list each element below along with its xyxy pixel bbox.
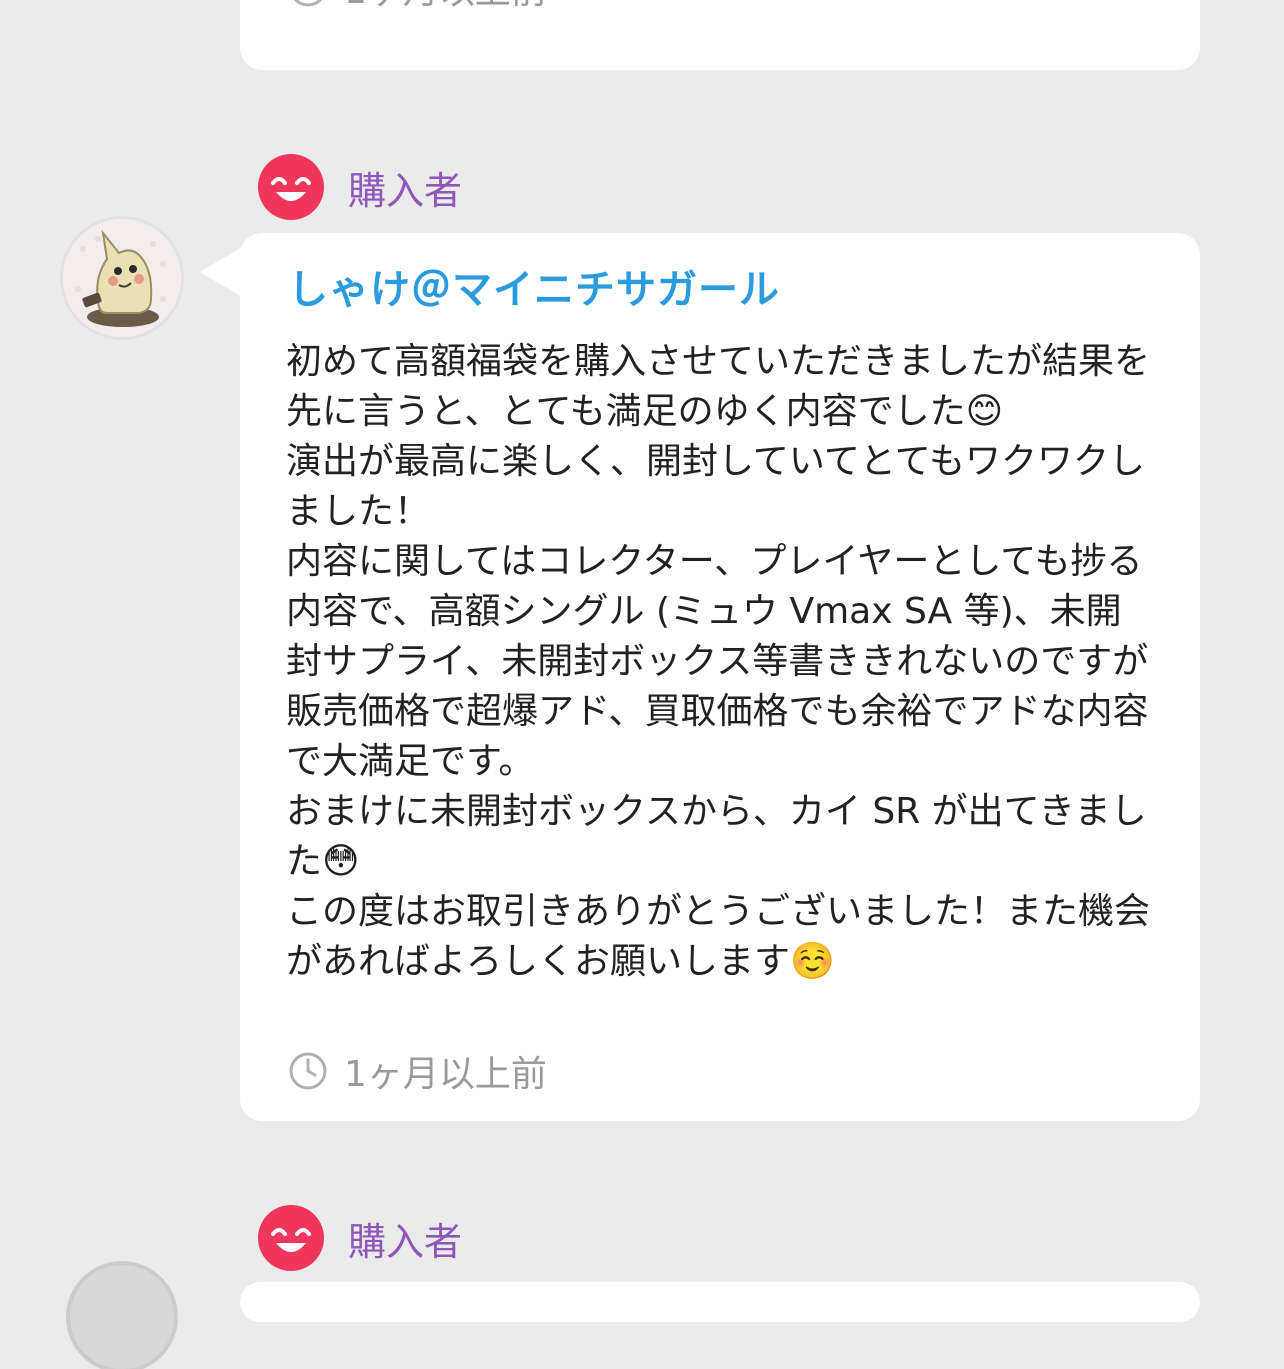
review-timestamp: 1ヶ月以上前 (288, 1045, 547, 1097)
role-row: 購入者 (258, 1205, 462, 1271)
clock-icon (293, 0, 323, 7)
next-review-card (240, 1282, 1200, 1322)
role-row: 購入者 (258, 154, 462, 220)
bubble-pointer (200, 246, 244, 298)
avatar[interactable] (63, 219, 181, 337)
role-label: 購入者 (348, 1219, 463, 1264)
clock-icon (289, 1052, 327, 1090)
smiling-face-icon (258, 1205, 324, 1271)
review-card: しゃけ＠マイニチサガール 初めて高額福袋を購入させていただきましたが結果を先に言… (240, 233, 1200, 1121)
timestamp-text: 1ヶ月以上前 (344, 0, 547, 14)
review-timestamp: 1ヶ月以上前 (288, 0, 547, 14)
role-label: 購入者 (348, 168, 463, 213)
avatar-image (63, 219, 181, 337)
timestamp-text: 1ヶ月以上前 (344, 1054, 547, 1095)
avatar[interactable] (70, 1265, 174, 1369)
review-text: 初めて高額福袋を購入させていただきましたが結果を先に言うと、とても満足のゆく内容… (286, 341, 1151, 982)
smiling-face-icon (258, 154, 324, 220)
reviewer-name[interactable]: しゃけ＠マイニチサガール (288, 257, 780, 315)
previous-review-card: 1ヶ月以上前 (240, 0, 1200, 70)
